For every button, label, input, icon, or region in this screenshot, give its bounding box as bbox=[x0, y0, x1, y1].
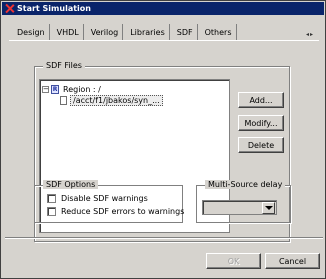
window-title: Start Simulation bbox=[17, 4, 91, 13]
region-icon: R bbox=[51, 84, 59, 94]
tab-design[interactable]: Design bbox=[13, 24, 50, 40]
reduce-errors-label: Reduce SDF errors to warnings bbox=[61, 207, 185, 216]
disable-warnings-option[interactable]: Disable SDF warnings bbox=[47, 194, 148, 203]
tab-verilog[interactable]: Verilog bbox=[86, 24, 124, 40]
app-icon bbox=[5, 4, 14, 13]
multi-source-select[interactable] bbox=[202, 200, 277, 215]
tab-scroll-left-icon[interactable]: ◂ bbox=[306, 30, 309, 39]
add-button[interactable]: Add... bbox=[238, 92, 284, 108]
modify-button[interactable]: Modify... bbox=[238, 115, 284, 131]
tab-others[interactable]: Others bbox=[200, 24, 237, 40]
sdf-options-group: SDF Options bbox=[34, 180, 183, 223]
start-simulation-dialog: Start Simulation Design VHDL Verilog Lib… bbox=[0, 0, 326, 279]
title-bar[interactable]: Start Simulation bbox=[2, 2, 324, 15]
reduce-errors-option[interactable]: Reduce SDF errors to warnings bbox=[47, 207, 184, 216]
file-icon bbox=[60, 95, 67, 105]
sdf-files-title: SDF Files bbox=[43, 61, 85, 70]
ok-button[interactable]: OK bbox=[206, 253, 261, 269]
collapse-icon[interactable]: − bbox=[42, 85, 49, 93]
tab-libraries[interactable]: Libraries bbox=[126, 24, 170, 40]
tab-scroll-arrows: ◂ ▸ bbox=[306, 30, 320, 39]
tab-strip: Design VHDL Verilog Libraries SDF Others bbox=[13, 24, 240, 40]
sdf-options-title: SDF Options bbox=[43, 180, 99, 189]
dropdown-arrow-icon[interactable] bbox=[262, 202, 275, 214]
disable-warnings-label: Disable SDF warnings bbox=[61, 194, 148, 203]
tab-vhdl[interactable]: VHDL bbox=[52, 24, 84, 40]
reduce-errors-checkbox[interactable] bbox=[47, 207, 56, 216]
cancel-button[interactable]: Cancel bbox=[265, 253, 320, 269]
tab-scroll-right-icon[interactable]: ▸ bbox=[310, 30, 313, 39]
sdf-file-path[interactable]: /acct/f1/jbakos/syn_... bbox=[70, 94, 163, 106]
region-label: Region : / bbox=[63, 84, 101, 94]
disable-warnings-checkbox[interactable] bbox=[47, 194, 56, 203]
footer-separator bbox=[5, 237, 323, 239]
tab-sdf[interactable]: SDF bbox=[172, 24, 198, 40]
tab-pane-edge bbox=[9, 40, 319, 41]
tree-row-file[interactable]: /acct/f1/jbakos/syn_... bbox=[60, 94, 163, 106]
delete-button[interactable]: Delete bbox=[238, 137, 284, 153]
multi-source-title: Multi-Source delay bbox=[205, 180, 286, 189]
